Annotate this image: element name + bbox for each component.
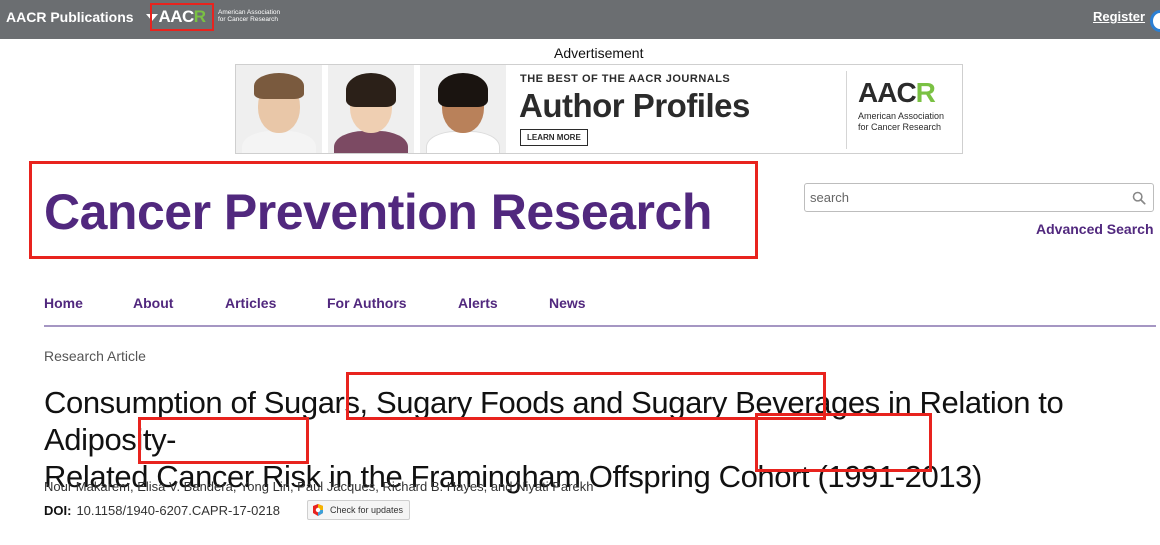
check-updates-label: Check for updates	[330, 505, 404, 515]
ad-org-name: American Association for Cancer Research	[858, 111, 945, 132]
ad-kicker: THE BEST OF THE AACR JOURNALS	[520, 73, 731, 85]
user-icon[interactable]	[1150, 10, 1160, 32]
ad-divider	[846, 71, 847, 149]
advertisement-label: Advertisement	[554, 45, 644, 61]
article-type: Research Article	[44, 348, 146, 364]
article-doi: DOI: 10.1158/1940-6207.CAPR-17-0218	[44, 503, 280, 518]
aacr-logo-link[interactable]: AACR	[150, 3, 214, 31]
nav-news[interactable]: News	[549, 295, 586, 311]
learn-more-button[interactable]: LEARN MORE	[520, 129, 588, 146]
title-highlight-years: (1991-2013)	[817, 459, 982, 494]
crossmark-icon	[313, 504, 323, 516]
ad-aacr-logo: AACR	[858, 77, 936, 108]
ad-banner[interactable]: THE BEST OF THE AACR JOURNALS Author Pro…	[235, 64, 963, 154]
search-input[interactable]	[805, 184, 1125, 211]
nav-home[interactable]: Home	[44, 295, 83, 311]
register-link[interactable]: Register	[1093, 9, 1145, 24]
publications-label: AACR Publications	[6, 9, 134, 25]
ad-headline: Author Profiles	[519, 87, 750, 124]
author-photo-2	[328, 65, 414, 153]
aacr-logo: AACR	[158, 7, 206, 26]
author-photo-1	[236, 65, 322, 153]
nav-divider	[44, 325, 1156, 327]
search-box	[804, 183, 1154, 212]
article-authors: Nour Makarem, Elisa V. Bandera, Yong Lin…	[44, 479, 594, 494]
doi-value[interactable]: 10.1158/1940-6207.CAPR-17-0218	[76, 503, 280, 518]
title-highlight-sugary-foods: Sugary Foods and Sugary Beverages	[375, 385, 880, 420]
check-for-updates-button[interactable]: Check for updates	[307, 500, 411, 520]
aacr-org-name: American Association for Cancer Research	[218, 9, 281, 23]
journal-title[interactable]: Cancer Prevention Research	[44, 183, 712, 241]
nav-for-authors[interactable]: For Authors	[327, 295, 407, 311]
publications-menu[interactable]: AACR Publications	[6, 9, 158, 25]
doi-label: DOI:	[44, 503, 72, 518]
nav-alerts[interactable]: Alerts	[458, 295, 498, 311]
top-bar: AACR Publications AACR American Associat…	[0, 0, 1160, 39]
author-photo-3	[420, 65, 506, 153]
nav-about[interactable]: About	[133, 295, 173, 311]
search-icon[interactable]	[1132, 191, 1146, 205]
nav-articles[interactable]: Articles	[225, 295, 276, 311]
advanced-search-link[interactable]: Advanced Search	[1036, 221, 1154, 237]
